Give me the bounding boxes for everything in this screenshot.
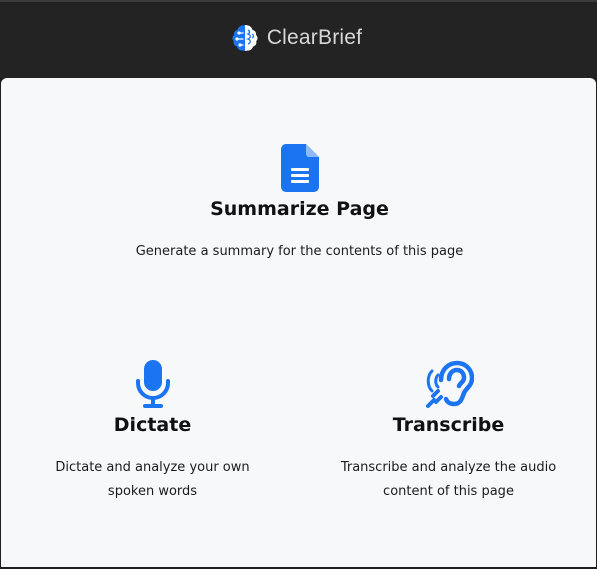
document-icon [280,144,319,192]
dictate-title: Dictate [113,414,192,436]
transcribe-description: Transcribe and analyze the audio content… [340,460,557,499]
brand: ClearBrief [229,22,362,54]
brand-name: ClearBrief [266,26,363,49]
brain-icon [232,25,258,51]
summarize-description: Generate a summary for the contents of t… [135,244,464,259]
transcribe-action[interactable]: Transcribe Transcribe and analyze the au… [327,360,570,504]
summarize-title: Summarize Page [210,198,389,220]
header-top-border [0,0,597,2]
dictate-description: Dictate and analyze your own spoken word… [55,460,250,499]
summarize-page-action[interactable]: Summarize Page Generate a summary for th… [1,144,597,264]
microphone-icon [135,360,170,408]
transcribe-title: Transcribe [392,414,505,436]
actions-panel: Summarize Page Generate a summary for th… [1,78,596,567]
dictate-action[interactable]: Dictate Dictate and analyze your own spo… [31,360,274,504]
app-header: ClearBrief [0,0,597,78]
ear-listen-icon [425,360,474,408]
